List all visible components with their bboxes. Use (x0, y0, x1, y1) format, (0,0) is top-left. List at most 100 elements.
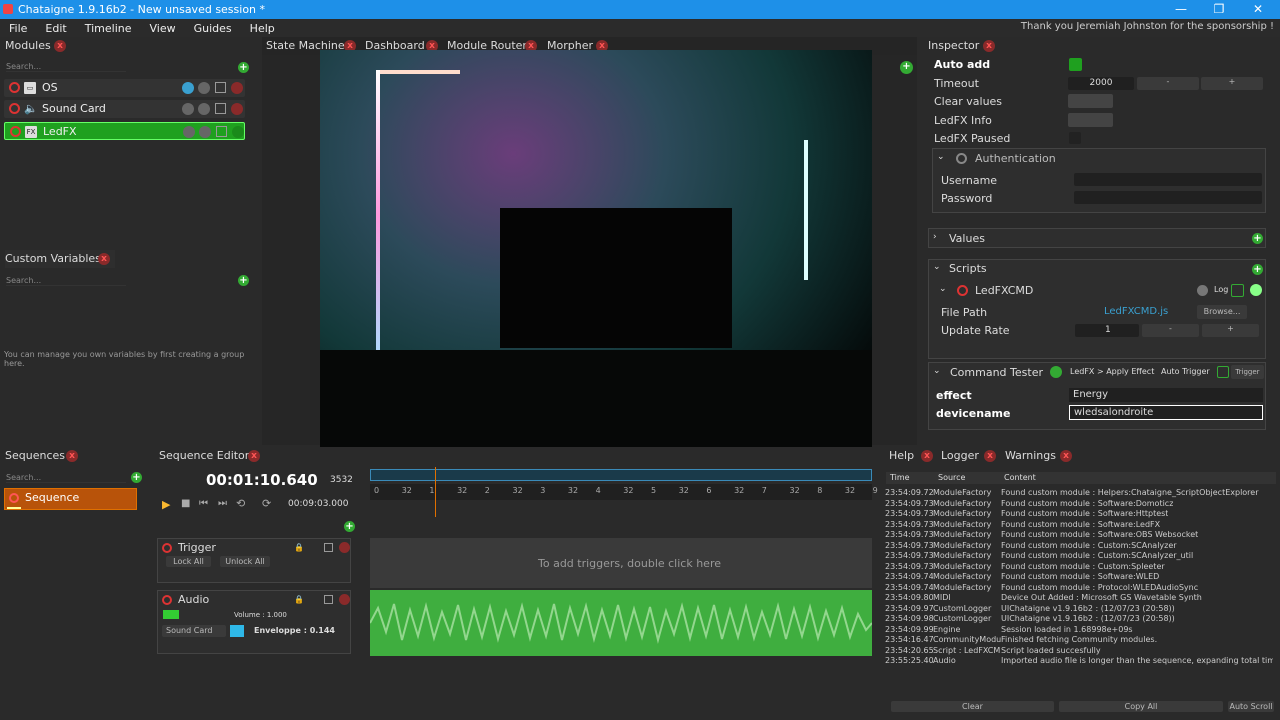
timeout-plus-button[interactable]: + (1201, 77, 1263, 90)
current-time[interactable]: 00:01:10.640 (206, 471, 318, 489)
trigger-layer-header[interactable]: Trigger 🔒 Lock All Unlock All (157, 538, 351, 583)
command-select[interactable]: LedFX > Apply Effect (1070, 367, 1154, 376)
audio-waveform-track[interactable] (369, 590, 873, 656)
close-icon[interactable]: x (1060, 450, 1072, 462)
col-time[interactable]: Time (890, 473, 910, 482)
add-module-icon[interactable]: + (238, 62, 249, 73)
next-icon[interactable]: ⏭ (218, 498, 227, 509)
log-row[interactable]: 23:54:09.733ModuleFactory Found custom mo… (885, 509, 1273, 519)
module-item-ledfx[interactable]: FX LedFX (4, 122, 245, 140)
minimize-icon[interactable]: — (1161, 0, 1201, 19)
trigger-button[interactable]: Trigger (1231, 365, 1264, 379)
power-icon[interactable] (162, 595, 172, 605)
remove-layer-icon[interactable] (339, 594, 350, 605)
menu-view[interactable]: View (141, 22, 185, 35)
log-row[interactable]: 23:54:09.978CustomLogger UIChataigne v1.9… (885, 604, 1273, 614)
sync-icon[interactable]: ⟳ (262, 497, 271, 510)
menu-timeline[interactable]: Timeline (76, 22, 141, 35)
close-icon[interactable]: x (66, 450, 78, 462)
add-sequence-icon[interactable]: + (131, 472, 142, 483)
chevron-right-icon[interactable]: › (933, 232, 937, 242)
maximize-icon[interactable]: ❐ (1199, 0, 1239, 19)
tab-logger[interactable]: Logger (941, 447, 979, 465)
remove-layer-icon[interactable] (339, 542, 350, 553)
ledfx-info-button[interactable] (1068, 113, 1113, 127)
add-item-icon[interactable]: + (900, 61, 913, 74)
add-script-icon[interactable]: + (1252, 264, 1263, 275)
power-icon[interactable] (9, 103, 20, 114)
close-window-icon[interactable]: ✕ (1238, 0, 1278, 19)
log-row[interactable]: 23:54:09.730ModuleFactory Found custom mo… (885, 499, 1273, 509)
clear-values-button[interactable] (1068, 94, 1113, 108)
sequence-item[interactable]: Sequence (4, 488, 137, 510)
enable-checkbox[interactable] (216, 126, 227, 137)
log-row[interactable]: 23:54:20.654Script : LedFXCMDScript load… (885, 646, 1273, 656)
power-icon[interactable] (957, 285, 968, 296)
chevron-down-icon[interactable]: ⌄ (937, 152, 945, 162)
timeout-minus-button[interactable]: - (1137, 77, 1199, 90)
tab-modules[interactable]: Modules (5, 37, 51, 55)
reload-icon[interactable] (1050, 366, 1062, 378)
stop-icon[interactable]: ■ (181, 498, 190, 509)
close-icon[interactable]: x (248, 450, 260, 462)
tab-inspector[interactable]: Inspector (928, 37, 979, 55)
playhead[interactable] (435, 467, 436, 517)
loop-icon[interactable]: ⟲ (236, 497, 245, 510)
total-time[interactable]: 00:09:03.000 (288, 499, 348, 509)
log-row[interactable]: 23:54:09.733ModuleFactory Found custom mo… (885, 520, 1273, 530)
remove-icon[interactable] (231, 82, 243, 94)
menu-guides[interactable]: Guides (185, 22, 241, 35)
power-icon[interactable] (9, 82, 20, 93)
log-row[interactable]: 23:54:09.738ModuleFactory Found custom mo… (885, 551, 1273, 561)
volume-bar[interactable] (163, 610, 179, 619)
log-row[interactable]: 23:54:09.806MIDI Device Out Added : Micro… (885, 593, 1273, 603)
update-rate-field[interactable]: 1 (1075, 324, 1139, 337)
tab-warnings[interactable]: Warnings (1005, 447, 1056, 465)
sound-card-select[interactable]: Sound Card (162, 625, 226, 637)
add-variable-group-icon[interactable]: + (238, 275, 249, 286)
log-row[interactable]: 23:54:09.738ModuleFactory Found custom mo… (885, 541, 1273, 551)
close-icon[interactable]: x (983, 40, 995, 52)
enable-checkbox[interactable] (324, 595, 333, 604)
trigger-layer-track[interactable]: To add triggers, double click here (370, 538, 872, 588)
log-row[interactable]: 23:54:09.736ModuleFactory Found custom mo… (885, 530, 1273, 540)
log-checkbox[interactable] (1231, 284, 1244, 297)
log-row[interactable]: 23:54:09.992Engine Session loaded in 1.68… (885, 625, 1273, 635)
enable-checkbox[interactable] (324, 543, 333, 552)
variables-search-input[interactable]: Search... (6, 276, 126, 286)
col-source[interactable]: Source (938, 473, 965, 482)
timeline-overview-bar[interactable] (370, 469, 872, 481)
copy-all-button[interactable]: Copy All (1059, 701, 1223, 712)
enable-checkbox[interactable] (215, 103, 226, 114)
close-icon[interactable]: x (54, 40, 66, 52)
module-item-os[interactable]: ▭ OS (4, 79, 245, 97)
lock-all-button[interactable]: Lock All (166, 556, 211, 567)
audio-layer-header[interactable]: Audio 🔒 Volume : 1.000 Sound Card Envelo… (157, 590, 351, 654)
play-icon[interactable]: ▶ (162, 498, 170, 511)
values-group[interactable]: › Values + (928, 228, 1266, 248)
tab-sequences[interactable]: Sequences (5, 447, 65, 465)
power-icon[interactable] (162, 543, 172, 553)
username-field[interactable] (1074, 173, 1262, 186)
tab-help[interactable]: Help (889, 447, 914, 465)
log-row[interactable]: 23:54:16.479CommunityModule...Finished f… (885, 635, 1273, 645)
ledfx-paused-checkbox[interactable] (1069, 132, 1081, 144)
log-row[interactable]: 23:54:09.741ModuleFactory Found custom mo… (885, 572, 1273, 582)
timeline-ruler[interactable]: 0 32 1 32 2 32 3 32 4 32 5 32 6 32 7 32 8 32 9 (370, 484, 878, 500)
timeout-field[interactable]: 2000 (1068, 77, 1134, 90)
filepath-value[interactable]: LedFXCMD.js (1104, 306, 1168, 317)
log-row[interactable]: 23:55:25.408Audio Imported audio file is … (885, 656, 1273, 666)
remove-icon[interactable] (232, 126, 244, 138)
audio-color-swatch[interactable] (230, 625, 244, 637)
devicename-select[interactable]: wledsalondroite (1069, 405, 1263, 420)
enable-checkbox[interactable] (215, 82, 226, 93)
chevron-down-icon[interactable]: ⌄ (933, 262, 941, 272)
chevron-down-icon[interactable]: ⌄ (939, 284, 947, 294)
close-icon[interactable]: x (984, 450, 996, 462)
add-layer-icon[interactable]: + (344, 521, 355, 532)
auto-scroll-button[interactable]: Auto Scroll (1228, 701, 1274, 712)
module-item-soundcard[interactable]: 🔈 Sound Card (4, 100, 245, 118)
browse-button[interactable]: Browse... (1197, 305, 1247, 319)
power-icon[interactable] (956, 153, 967, 164)
auto-add-checkbox[interactable] (1069, 58, 1082, 71)
